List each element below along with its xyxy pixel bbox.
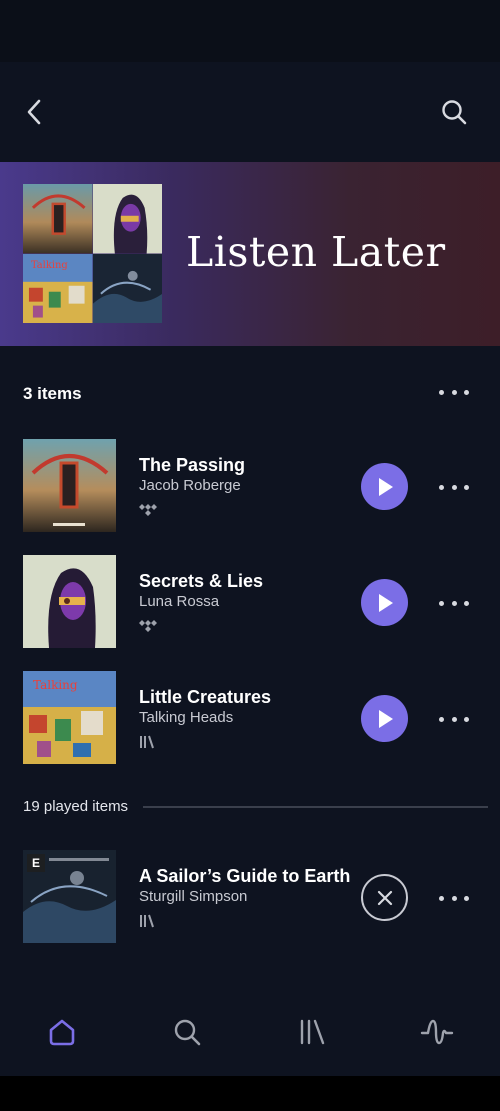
more-dot <box>439 389 444 395</box>
more-dot <box>464 600 469 606</box>
svg-text:Talking: Talking <box>31 259 68 270</box>
play-button[interactable] <box>361 695 408 742</box>
close-icon <box>377 890 392 905</box>
play-button[interactable] <box>361 463 408 510</box>
system-nav-bar <box>0 1076 500 1111</box>
playlist-header: Talking Listen Later <box>0 162 500 346</box>
search-icon <box>442 100 467 125</box>
list-item[interactable]: Secrets & Lies Luna Rossa <box>0 555 500 649</box>
nav-search[interactable] <box>167 1012 207 1052</box>
library-icon <box>140 735 154 749</box>
more-dot <box>464 484 469 490</box>
chevron-left-icon <box>27 99 41 125</box>
tidal-icon <box>139 504 157 516</box>
library-icon <box>140 914 154 928</box>
cover-secrets-lies <box>92 184 162 254</box>
nav-audio[interactable] <box>417 1012 457 1052</box>
status-bar <box>0 0 500 62</box>
more-dot <box>464 716 469 722</box>
cover-sailors-guide <box>92 253 162 323</box>
remove-button[interactable] <box>361 874 408 921</box>
album-cover <box>23 439 116 532</box>
track-title: A Sailor’s Guide to Earth <box>139 866 351 886</box>
track-artist: Sturgill Simpson <box>139 888 248 905</box>
more-dot <box>464 389 469 395</box>
more-dot <box>451 389 457 395</box>
more-dot <box>451 716 457 722</box>
divider <box>143 806 488 808</box>
list-item[interactable]: Talking Little Creatures Talking Heads <box>0 671 500 765</box>
play-icon <box>378 593 393 612</box>
play-icon <box>378 477 393 496</box>
explicit-badge: E <box>27 854 45 872</box>
track-artist: Luna Rossa <box>139 593 220 610</box>
track-more-button[interactable] <box>439 888 469 908</box>
list-item[interactable]: The Passing Jacob Roberge <box>0 439 500 533</box>
library-icon <box>300 1019 325 1045</box>
play-button[interactable] <box>361 579 408 626</box>
album-cover: Talking <box>23 671 116 764</box>
bottom-nav <box>0 990 500 1076</box>
list-item[interactable]: E A Sailor’s Guide to Earth Sturgill Sim… <box>0 850 500 944</box>
more-dot <box>439 716 444 722</box>
search-icon <box>174 1019 201 1046</box>
search-button[interactable] <box>436 94 472 130</box>
nav-library[interactable] <box>292 1012 332 1052</box>
nav-home[interactable] <box>42 1012 82 1052</box>
more-dot <box>464 895 469 901</box>
play-icon <box>378 709 393 728</box>
played-items-label[interactable]: 19 played items <box>23 798 128 815</box>
playlist-more-button[interactable] <box>439 382 469 402</box>
track-artist: Talking Heads <box>139 709 234 726</box>
cover-little-creatures: Talking <box>23 253 93 323</box>
home-icon <box>49 1019 75 1046</box>
playlist-title: Listen Later <box>186 228 446 276</box>
track-title: Secrets & Lies <box>139 571 264 591</box>
svg-text:Talking: Talking <box>33 678 78 692</box>
back-button[interactable] <box>18 94 50 130</box>
item-count: 3 items <box>23 384 82 403</box>
more-dot <box>451 895 457 901</box>
more-dot <box>439 600 444 606</box>
track-title: Little Creatures <box>139 687 272 707</box>
track-more-button[interactable] <box>439 593 469 613</box>
album-cover <box>23 555 116 648</box>
audio-wave-icon <box>420 1019 454 1045</box>
playlist-cover-collage: Talking <box>23 184 162 323</box>
more-dot <box>451 484 457 490</box>
more-dot <box>439 895 444 901</box>
track-artist: Jacob Roberge <box>139 477 241 494</box>
more-dot <box>451 600 457 606</box>
track-more-button[interactable] <box>439 477 469 497</box>
tidal-icon <box>139 620 157 632</box>
more-dot <box>439 484 444 490</box>
cover-the-passing <box>23 184 93 254</box>
track-more-button[interactable] <box>439 709 469 729</box>
top-bar <box>0 62 500 162</box>
album-cover: E <box>23 850 116 943</box>
track-title: The Passing <box>139 455 246 475</box>
